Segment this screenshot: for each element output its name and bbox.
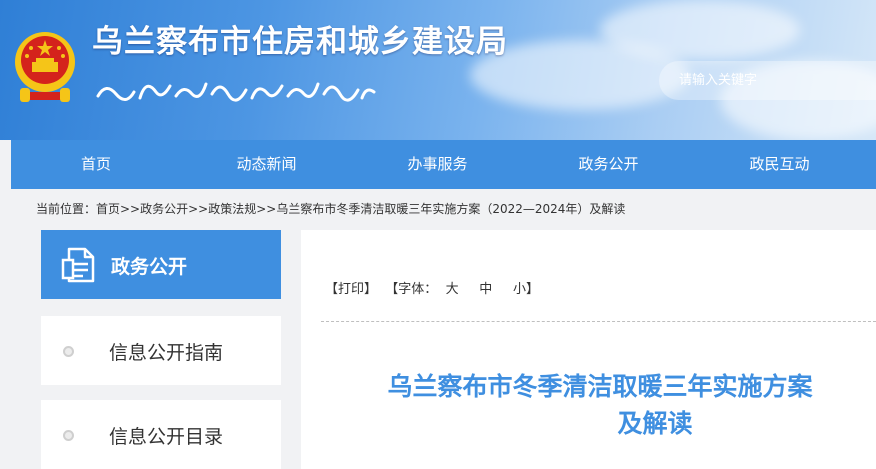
nav-item-services[interactable]: 办事服务 <box>352 140 523 189</box>
bullet-icon <box>63 346 74 357</box>
font-medium-button[interactable]: 中 <box>479 282 492 297</box>
print-button[interactable]: 【打印】 <box>325 282 377 297</box>
sidebar-item-label: 信息公开目录 <box>109 426 224 448</box>
sidebar-item-label: 信息公开指南 <box>109 342 224 364</box>
site-title: 乌兰察布市住房和城乡建设局 <box>92 24 508 60</box>
nav-item-home[interactable]: 首页 <box>11 140 181 189</box>
cloud-decoration <box>600 0 800 60</box>
font-size-label: 【字体： <box>385 282 438 297</box>
article-title-line2: 及解读 <box>617 409 693 438</box>
divider <box>321 321 876 322</box>
article-title: 乌兰察布市冬季清洁取暖三年实施方案 及解读 <box>325 368 875 442</box>
document-icon <box>61 247 95 283</box>
nav-item-interaction[interactable]: 政民互动 <box>694 140 865 189</box>
national-emblem-icon[interactable] <box>12 24 78 108</box>
article-panel: 【打印】 【字体： 大 中 小】 乌兰察布市冬季清洁取暖三年实施方案 及解读 <box>301 230 876 469</box>
breadcrumb[interactable]: 当前位置：首页>>政务公开>>政策法规>>乌兰察布市冬季清洁取暖三年实施方案（2… <box>36 200 625 217</box>
sidebar-header: 政务公开 <box>41 230 281 299</box>
bullet-icon <box>63 430 74 441</box>
mongolian-script-logo <box>96 82 376 102</box>
article-title-line1: 乌兰察布市冬季清洁取暖三年实施方案 <box>387 372 813 401</box>
article-tools: 【打印】 【字体： 大 中 小】 <box>325 278 539 297</box>
nav-item-gov-affairs[interactable]: 政务公开 <box>523 140 694 189</box>
sidebar-item-guide[interactable]: 信息公开指南 <box>41 316 281 385</box>
main-nav: 首页 动态新闻 办事服务 政务公开 政民互动 <box>11 140 876 189</box>
font-small-button[interactable]: 小】 <box>513 282 539 297</box>
search-input[interactable]: 请输入关键字 <box>659 61 876 100</box>
site-header: 乌兰察布市住房和城乡建设局 请输入关键字 <box>0 0 876 140</box>
nav-item-news[interactable]: 动态新闻 <box>181 140 352 189</box>
sidebar-header-label: 政务公开 <box>111 256 188 278</box>
font-large-button[interactable]: 大 <box>446 282 459 297</box>
sidebar-item-catalog[interactable]: 信息公开目录 <box>41 400 281 469</box>
